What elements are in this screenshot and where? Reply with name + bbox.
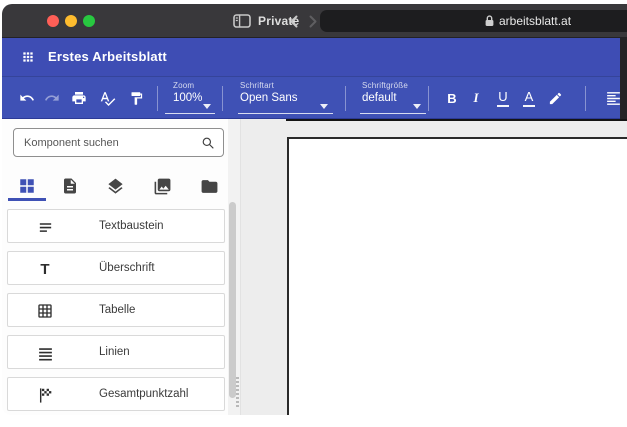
undo-icon: [19, 90, 35, 106]
toolbar-divider: [157, 86, 158, 111]
tab-layers[interactable]: [103, 174, 127, 198]
app-header: Erstes Arbeitsblatt: [2, 38, 627, 76]
component-label: Textbaustein: [99, 210, 164, 244]
tab-images[interactable]: [150, 174, 174, 198]
chevron-down-icon: [413, 104, 421, 109]
zoom-select[interactable]: Zoom 100%: [173, 81, 217, 104]
component-card-tabelle[interactable]: Tabelle: [7, 293, 225, 327]
text-color-button[interactable]: A: [516, 85, 542, 111]
checkered-flag-icon: [36, 386, 54, 404]
zoom-window-button[interactable]: [83, 15, 95, 27]
format-paint-icon: [129, 91, 144, 106]
underline-button[interactable]: U: [490, 85, 516, 111]
text-color-label: A: [525, 89, 534, 104]
back-icon: [288, 15, 301, 28]
close-window-button[interactable]: [47, 15, 59, 27]
chevron-down-icon: [320, 104, 328, 109]
apps-grid-icon[interactable]: [21, 50, 35, 64]
layers-icon: [106, 177, 125, 196]
zoom-value: 100%: [173, 92, 217, 104]
component-card-gesamtpunktzahl[interactable]: Gesamtpunktzahl: [7, 377, 225, 411]
select-underline: [360, 113, 426, 114]
font-size-label: Schriftgröße: [362, 81, 420, 90]
undo-button[interactable]: [14, 85, 40, 111]
component-card-ueberschrift[interactable]: T Überschrift: [7, 251, 225, 285]
sidebar-toggle-icon: [233, 14, 251, 28]
tab-components[interactable]: [15, 174, 39, 198]
minimize-window-button[interactable]: [65, 15, 77, 27]
title-icon: T: [36, 260, 54, 278]
toolbar-divider: [222, 86, 223, 111]
font-size-value: default: [362, 92, 420, 104]
print-button[interactable]: [66, 85, 92, 111]
redo-icon: [44, 90, 60, 106]
chevron-down-icon: [203, 104, 211, 109]
url-bar[interactable]: [320, 10, 627, 32]
component-card-linien[interactable]: Linien: [7, 335, 225, 369]
panel-scrollbar-thumb[interactable]: [229, 202, 236, 398]
document-page[interactable]: [287, 137, 627, 415]
select-underline: [238, 113, 333, 114]
format-paint-button[interactable]: [123, 85, 149, 111]
page-title: Erstes Arbeitsblatt: [48, 38, 167, 76]
font-label: Schriftart: [240, 81, 320, 90]
component-label: Tabelle: [99, 294, 135, 328]
align-left-icon: [605, 90, 622, 107]
font-select[interactable]: Schriftart Open Sans: [240, 81, 320, 104]
table-icon: [36, 302, 54, 320]
forward-button[interactable]: [306, 15, 319, 28]
toolbar-divider: [428, 86, 429, 111]
component-label: Linien: [99, 336, 130, 370]
zoom-label: Zoom: [173, 81, 217, 90]
search-icon: [201, 136, 215, 150]
browser-window: Private arbeitsblatt.at: [2, 4, 627, 415]
italic-label: I: [473, 90, 478, 106]
toolbar-divider: [345, 86, 346, 111]
component-search-input[interactable]: [14, 129, 223, 156]
component-card-textbaustein[interactable]: Textbaustein: [7, 209, 225, 243]
editor-canvas: [240, 119, 627, 415]
bold-button[interactable]: B: [439, 85, 465, 111]
toolbar-divider: [585, 86, 586, 111]
active-tab-indicator: [8, 198, 46, 201]
screenshot: Private arbeitsblatt.at: [0, 0, 627, 427]
component-label: Überschrift: [99, 252, 155, 286]
document-icon: [61, 177, 79, 195]
sidebar-toggle-button[interactable]: [233, 14, 251, 28]
url-text: arbeitsblatt.at: [499, 10, 571, 32]
text-color-bar: [523, 105, 535, 107]
italic-button[interactable]: I: [463, 85, 489, 111]
spellcheck-button[interactable]: [94, 85, 120, 111]
print-icon: [71, 90, 87, 106]
lock-icon: [484, 14, 495, 28]
pencil-icon: [548, 91, 563, 106]
forward-icon: [306, 15, 319, 28]
redo-button[interactable]: [39, 85, 65, 111]
component-label: Gesamtpunktzahl: [99, 378, 189, 412]
window-dark-edge: [620, 38, 627, 119]
bold-label: B: [447, 91, 456, 106]
back-button[interactable]: [288, 15, 301, 28]
photo-library-icon: [153, 177, 172, 196]
panel-gutter: [228, 119, 240, 415]
text-lines-icon: [36, 218, 54, 236]
browser-titlebar: Private arbeitsblatt.at: [2, 4, 627, 38]
select-underline: [165, 113, 215, 114]
lines-icon: [36, 344, 54, 362]
component-search-box: [13, 128, 224, 157]
canvas-top-border: [286, 119, 627, 121]
format-toolbar: Zoom 100% Schriftart Open Sans Schriftgr…: [2, 76, 627, 119]
edit-button[interactable]: [542, 85, 568, 111]
grid-view-icon: [18, 177, 36, 195]
tab-files[interactable]: [197, 174, 221, 198]
underline-bar: [497, 105, 509, 107]
underline-label: U: [498, 89, 507, 104]
spellcheck-icon: [99, 90, 116, 107]
folder-icon: [200, 177, 219, 196]
font-value: Open Sans: [240, 92, 320, 104]
tab-documents[interactable]: [58, 174, 82, 198]
font-size-select[interactable]: Schriftgröße default: [362, 81, 420, 104]
